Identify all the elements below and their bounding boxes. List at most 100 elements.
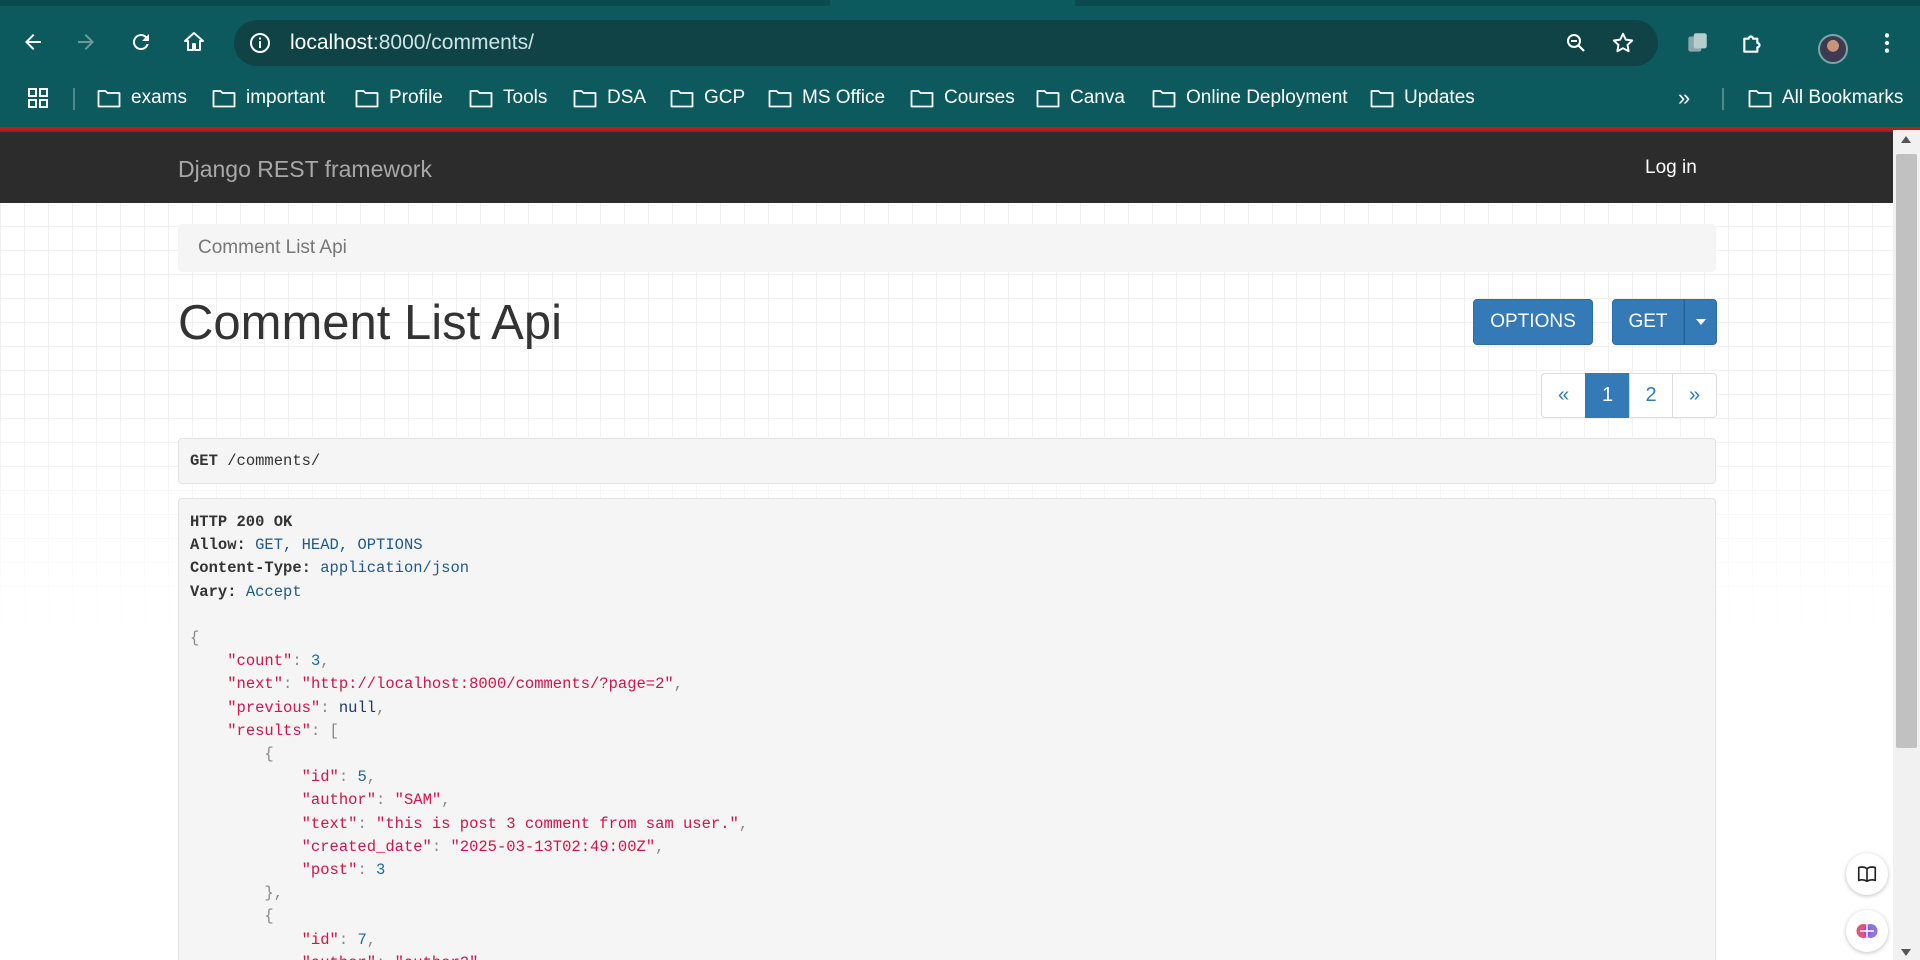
drf-navbar: Django REST framework Log in	[0, 130, 1893, 203]
overflow-label: »	[1678, 85, 1691, 110]
bookmark-folder-important[interactable]: important	[212, 84, 325, 112]
info-icon[interactable]	[248, 31, 272, 55]
json-next-link[interactable]: http://localhost:8000/comments/?page=2	[311, 675, 664, 693]
header-value: GET, HEAD, OPTIONS	[255, 536, 423, 555]
scrollbar-thumb[interactable]	[1896, 154, 1917, 748]
json-count: 3	[310, 652, 321, 671]
puzzle-icon[interactable]	[1740, 30, 1766, 56]
bookmark-folder-canva[interactable]: Canva	[1036, 84, 1125, 112]
reload-icon	[132, 34, 149, 51]
folder-icon	[97, 90, 121, 108]
ai-icon	[1856, 924, 1878, 938]
folder-icon	[910, 90, 934, 108]
header-name: Vary:	[190, 582, 237, 601]
get-format-dropdown[interactable]	[1684, 299, 1717, 345]
page-scrollbar[interactable]	[1893, 130, 1920, 960]
bookmark-folder-courses[interactable]: Courses	[910, 84, 1015, 112]
request-method: GET	[190, 452, 218, 470]
avatar[interactable]	[1818, 34, 1848, 64]
toolbar: localhost:8000/comments/	[0, 8, 1920, 74]
tab-strip	[1075, 0, 1920, 6]
zoom-icon[interactable]	[1564, 31, 1588, 55]
folder-icon	[355, 90, 379, 108]
extension-icon[interactable]	[1684, 30, 1710, 56]
folder-icon	[469, 90, 493, 108]
forward-button[interactable]	[66, 22, 106, 62]
home-button[interactable]	[174, 22, 214, 62]
address-bar[interactable]: localhost:8000/comments/	[234, 20, 1658, 66]
back-icon	[25, 34, 41, 50]
scroll-down-arrow[interactable]	[1901, 949, 1911, 956]
bookmark-folder-exams[interactable]: exams	[97, 84, 187, 112]
breadcrumb-item[interactable]: Comment List Api	[198, 237, 347, 258]
bookmark-label: Updates	[1404, 87, 1475, 108]
login-link[interactable]: Log in	[1645, 157, 1697, 179]
header-name: Allow:	[190, 536, 246, 555]
json-author: author2	[404, 954, 469, 960]
json-text: this is post 3 comment from sam user.	[385, 814, 730, 833]
chevron-down-icon	[1695, 319, 1706, 325]
folder-icon	[1036, 90, 1060, 108]
bookmark-label: Courses	[944, 87, 1015, 108]
back-button[interactable]	[13, 22, 53, 62]
bookmark-folder-online-deployment[interactable]: Online Deployment	[1152, 84, 1348, 112]
response-status: HTTP 200 OK	[190, 513, 293, 531]
apps-icon[interactable]	[26, 86, 50, 110]
more-icon[interactable]	[1874, 30, 1900, 56]
bookmark-folder-dsa[interactable]: DSA	[573, 84, 646, 112]
url-text[interactable]: localhost:8000/comments/	[290, 31, 534, 55]
bookmark-label: Tools	[503, 87, 548, 108]
get-button[interactable]: GET	[1612, 299, 1684, 345]
request-info: GET /comments/	[178, 438, 1716, 484]
all-bookmarks-button[interactable]: All Bookmarks	[1748, 84, 1903, 112]
bookmark-folder-ms-office[interactable]: MS Office	[768, 84, 885, 112]
pagination-page-2[interactable]: 2	[1629, 373, 1673, 418]
json-created-date: 2025-03-13T02:49:00Z	[459, 837, 646, 856]
folder-icon	[212, 90, 236, 108]
bookmarks-overflow-button[interactable]: »	[1678, 84, 1690, 112]
book-icon	[1857, 866, 1877, 883]
json-previous: null	[338, 698, 377, 717]
home-icon	[184, 32, 204, 51]
ai-assistant-button[interactable]	[1846, 910, 1888, 952]
bookmark-label: exams	[131, 87, 187, 108]
bookmark-separator	[73, 88, 75, 110]
forward-icon	[78, 34, 94, 50]
star-icon[interactable]	[1610, 30, 1636, 56]
url-host: localhost	[290, 31, 373, 54]
pagination-page-1[interactable]: 1	[1585, 373, 1630, 418]
reload-button[interactable]	[121, 22, 161, 62]
folder-icon	[768, 90, 792, 108]
bookmarks-bar: exams important Profile Tools DSA GCP MS…	[0, 78, 1920, 118]
pagination-prev[interactable]: «	[1541, 373, 1586, 418]
bookmark-label: GCP	[704, 87, 746, 108]
request-path: /comments/	[227, 452, 321, 470]
folder-icon	[1748, 90, 1772, 108]
bookmark-separator	[1722, 88, 1724, 110]
json-post: 3	[376, 861, 386, 880]
brand-link[interactable]: Django REST framework	[178, 156, 432, 183]
response-info: HTTP 200 OK Allow: GET, HEAD, OPTIONS Co…	[178, 498, 1716, 960]
header-name: Content-Type:	[190, 559, 311, 578]
bookmark-folder-tools[interactable]: Tools	[469, 84, 547, 112]
all-bookmarks-label: All Bookmarks	[1782, 87, 1904, 108]
bookmark-label: important	[246, 87, 326, 108]
header-value: application/json	[320, 559, 470, 578]
reading-mode-button[interactable]	[1846, 853, 1888, 895]
pagination-next[interactable]: »	[1672, 373, 1717, 418]
bookmark-label: Canva	[1070, 87, 1125, 108]
header-value: Accept	[245, 582, 302, 601]
url-path: :8000/comments/	[372, 31, 534, 54]
bookmark-folder-gcp[interactable]: GCP	[670, 84, 745, 112]
options-button[interactable]: OPTIONS	[1473, 299, 1593, 345]
page-title: Comment List Api	[178, 296, 562, 350]
bookmark-label: Profile	[389, 87, 443, 108]
bookmark-label: DSA	[607, 87, 647, 108]
bookmark-label: MS Office	[802, 87, 886, 108]
browser-chrome: localhost:8000/comments/ exams important…	[0, 0, 1920, 128]
scroll-up-arrow[interactable]	[1901, 136, 1911, 143]
bookmark-folder-profile[interactable]: Profile	[355, 84, 443, 112]
bookmark-folder-updates[interactable]: Updates	[1370, 84, 1475, 112]
bookmark-label: Online Deployment	[1186, 87, 1348, 108]
json-id: 5	[357, 768, 367, 787]
